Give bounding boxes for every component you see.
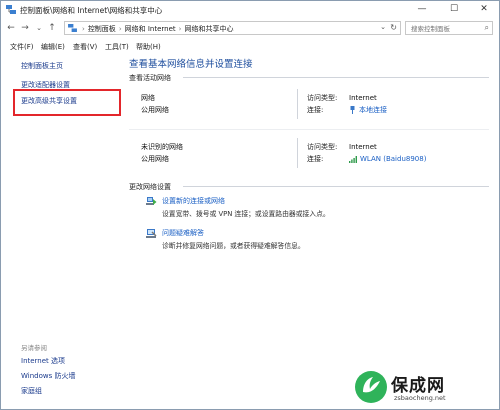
search-input[interactable] [409, 24, 483, 34]
menu-bar: 文件(F) 编辑(E) 查看(V) 工具(T) 帮助(H) [1, 40, 499, 53]
access-type-value: Internet [349, 143, 377, 151]
setup-new-connection-desc: 设置宽带、拨号或 VPN 连接；或设置路由器或接入点。 [162, 210, 330, 218]
page-title: 查看基本网络信息并设置连接 [129, 59, 253, 70]
troubleshoot-desc: 诊断并修复网络问题，或者获得疑难解答信息。 [162, 242, 305, 250]
menu-tools[interactable]: 工具(T) [105, 42, 129, 52]
see-also-windows-firewall[interactable]: Windows 防火墙 [21, 371, 75, 381]
title-bar: 控制面板\网络和 Internet\网络和共享中心 — ☐ ✕ [1, 1, 499, 18]
control-panel-window: 控制面板\网络和 Internet\网络和共享中心 — ☐ ✕ ← → ⌄ ↑ … [0, 0, 500, 410]
main-content: 查看基本网络信息并设置连接 查看活动网络 网络 公用网络 访问类型: Intern… [119, 53, 499, 409]
connection-label: 连接: [307, 106, 324, 114]
recent-locations-button[interactable]: ⌄ [33, 21, 45, 35]
access-type-row: 访问类型: Internet [307, 93, 377, 103]
menu-view[interactable]: 查看(V) [73, 42, 97, 52]
breadcrumb-separator: › [178, 25, 182, 33]
network-type[interactable]: 公用网络 [141, 105, 169, 115]
wlan-connection-link[interactable]: WLAN (Baidu8908) [360, 155, 426, 163]
network-type[interactable]: 公用网络 [141, 154, 169, 164]
address-bar[interactable]: › 控制面板 › 网络和 Internet › 网络和共享中心 ⌄ ↻ [64, 21, 401, 35]
network-name: 网络 [141, 94, 155, 102]
navigation-bar: ← → ⌄ ↑ ›控制面板›网络和 Internet›网络和共享中心 ⌄ ↻ ⌕ [1, 19, 499, 37]
address-dropdown-button[interactable]: ⌄ [380, 23, 386, 31]
network-name: 未识别的网络 [141, 143, 183, 151]
network-divider [129, 129, 489, 130]
maximize-button[interactable]: ☐ [441, 1, 467, 18]
network-center-icon [6, 5, 16, 14]
access-type-value: Internet [349, 94, 377, 102]
connection-row: 连接: WLAN (Baidu8908) [307, 154, 426, 164]
change-settings-heading: 更改网络设置 [129, 183, 171, 191]
see-also-heading: 另请参阅 [21, 344, 47, 352]
column-divider [297, 138, 298, 168]
ethernet-icon [350, 106, 355, 114]
new-connection-icon [146, 197, 157, 205]
watermark-logo [355, 371, 387, 403]
watermark-text: 保成网 [391, 376, 445, 396]
wifi-signal-icon [349, 155, 357, 163]
access-type-label: 访问类型: [307, 94, 338, 102]
menu-help[interactable]: 帮助(H) [136, 42, 161, 52]
breadcrumb: › 控制面板 › 网络和 Internet › 网络和共享中心 [82, 24, 233, 34]
section-divider [183, 77, 489, 78]
connection-row: 连接: 本地连接 [307, 105, 387, 115]
minimize-button[interactable]: — [409, 1, 435, 18]
breadcrumb-control-panel[interactable]: 控制面板 [88, 25, 116, 33]
troubleshoot-link[interactable]: 问题疑难解答 [162, 228, 204, 238]
search-icon[interactable]: ⌕ [485, 23, 489, 33]
highlight-box [13, 89, 121, 116]
troubleshoot-icon [146, 229, 157, 238]
access-type-row: 访问类型: Internet [307, 142, 377, 152]
site-watermark: 保成网 zsbaocheng.net [354, 369, 494, 405]
up-button[interactable]: ↑ [46, 21, 58, 35]
menu-edit[interactable]: 编辑(E) [41, 42, 65, 52]
see-also-homegroup[interactable]: 家庭组 [21, 386, 42, 396]
connection-label: 连接: [307, 155, 324, 163]
search-box[interactable]: ⌕ [405, 21, 493, 35]
sidebar-item-control-panel-home[interactable]: 控制面板主页 [21, 61, 63, 71]
menu-file[interactable]: 文件(F) [10, 42, 34, 52]
setup-new-connection-link[interactable]: 设置新的连接或网络 [162, 196, 225, 206]
window-title: 控制面板\网络和 Internet\网络和共享中心 [20, 6, 163, 15]
active-networks-heading: 查看活动网络 [129, 74, 171, 82]
forward-button[interactable]: → [19, 21, 31, 35]
close-button[interactable]: ✕ [471, 1, 497, 18]
back-button[interactable]: ← [5, 21, 17, 35]
local-connection-link[interactable]: 本地连接 [359, 106, 387, 114]
breadcrumb-separator: › [82, 25, 85, 33]
section-divider [183, 186, 489, 187]
refresh-button[interactable]: ↻ [390, 23, 397, 32]
column-divider [297, 89, 298, 119]
breadcrumb-separator: › [118, 25, 122, 33]
network-center-icon [68, 24, 77, 32]
watermark-url: zsbaocheng.net [394, 394, 446, 402]
access-type-label: 访问类型: [307, 143, 338, 151]
see-also-internet-options[interactable]: Internet 选项 [21, 356, 65, 366]
breadcrumb-network-internet[interactable]: 网络和 Internet [125, 25, 176, 33]
breadcrumb-network-sharing-center[interactable]: 网络和共享中心 [184, 25, 233, 33]
